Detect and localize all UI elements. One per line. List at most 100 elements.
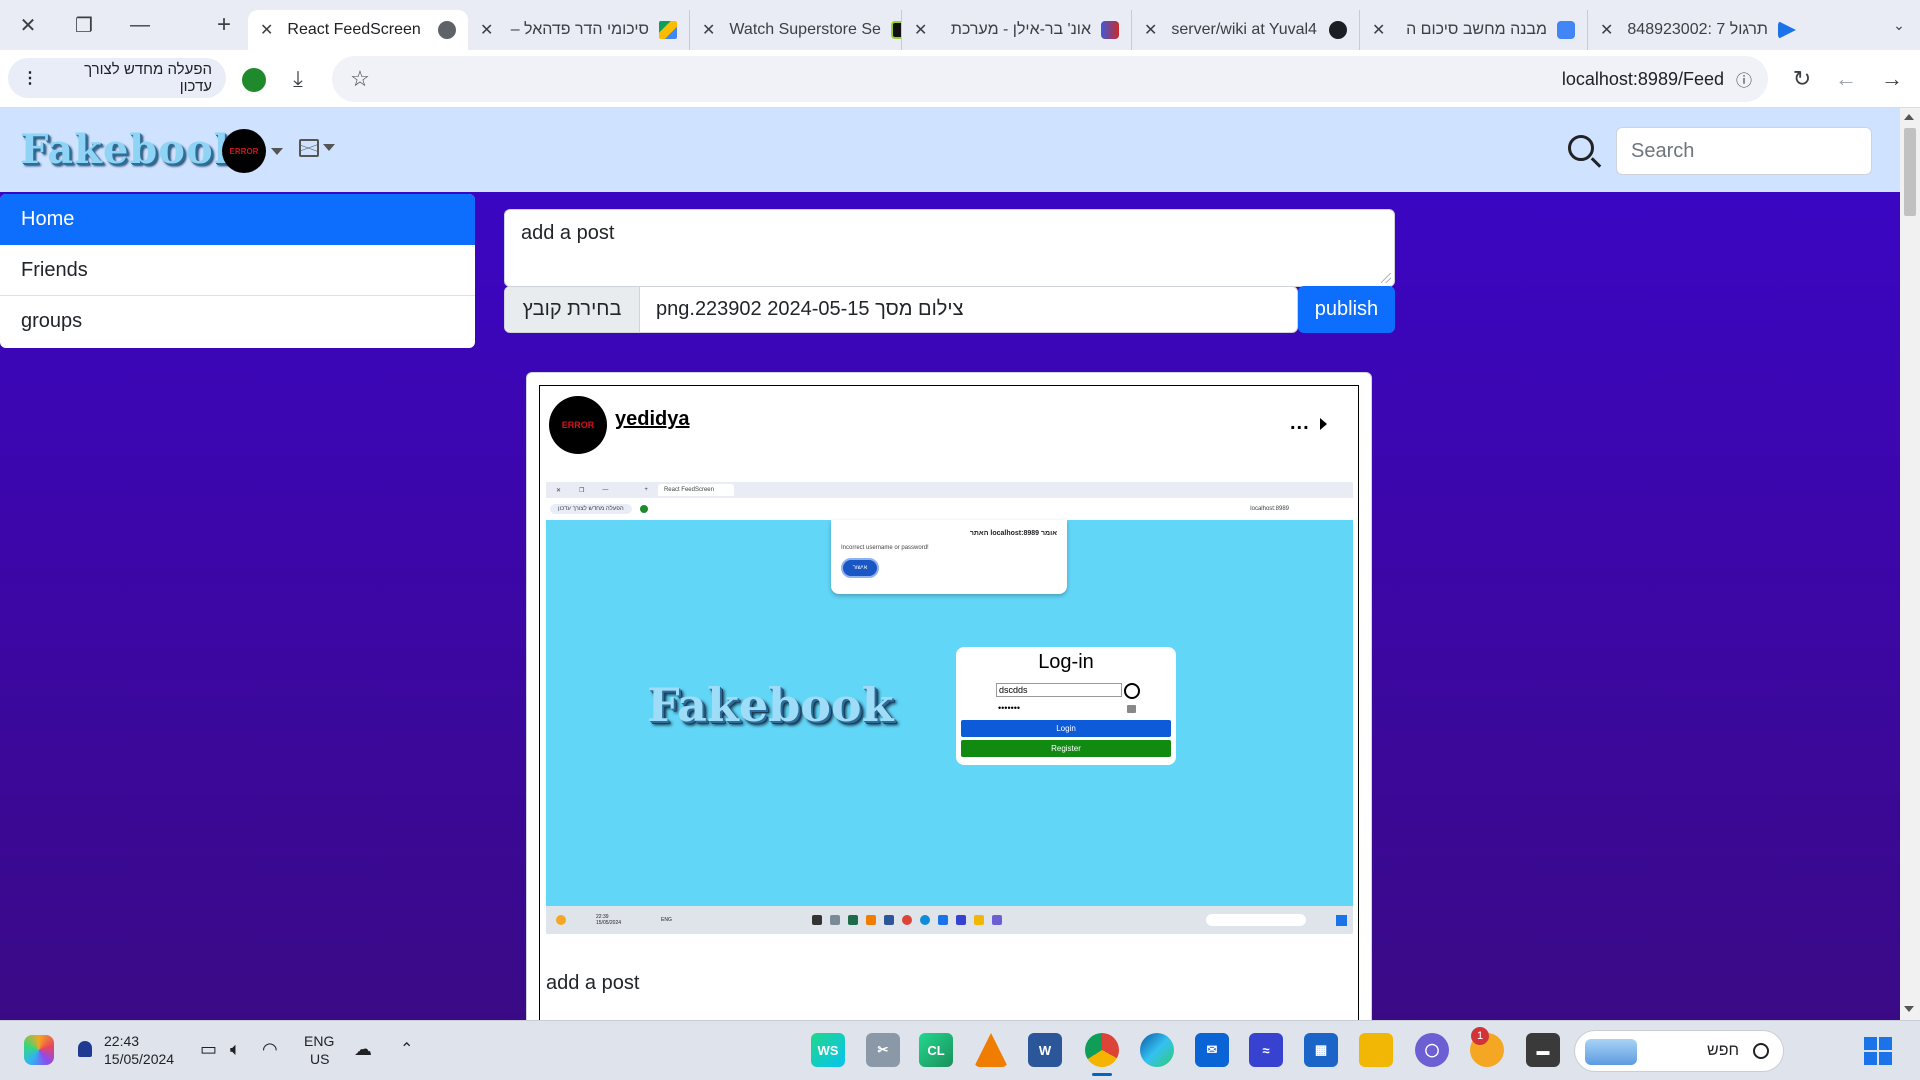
word-app-icon[interactable]: W bbox=[1028, 1033, 1062, 1067]
user-avatar[interactable]: ERROR bbox=[222, 129, 266, 173]
mini-weather-icon bbox=[556, 915, 566, 925]
mini-taskbar: 22:39 15/05/2024 ENG bbox=[546, 906, 1353, 934]
post-textarea[interactable]: add a post bbox=[504, 209, 1395, 287]
back-arrow-icon[interactable]: ← bbox=[1826, 59, 1866, 99]
tab-title: server/wiki at Yuval4 bbox=[1171, 21, 1317, 38]
mini-app-icon bbox=[991, 915, 1002, 925]
sidebar-nav: Home Friends groups bbox=[0, 194, 475, 348]
forward-arrow-icon[interactable]: → bbox=[1872, 59, 1912, 99]
edge-app-icon[interactable] bbox=[1140, 1033, 1174, 1067]
post-options-menu[interactable]: ... bbox=[1290, 412, 1328, 435]
search-icon-handle bbox=[1590, 157, 1602, 168]
close-tab-icon[interactable]: ✕ bbox=[1144, 20, 1157, 40]
download-icon[interactable]: ⤓ bbox=[278, 59, 318, 99]
avatar-dropdown-caret-icon[interactable] bbox=[271, 148, 283, 155]
search-input[interactable]: Search bbox=[1616, 127, 1872, 175]
url-text: localhost:8989/Feed bbox=[1561, 68, 1724, 89]
notification-bell-icon[interactable] bbox=[78, 1041, 92, 1057]
sidebar-item-groups[interactable]: groups bbox=[0, 296, 475, 347]
visual-studio-app-icon[interactable]: ≈ bbox=[1249, 1033, 1283, 1067]
page-scrollbar[interactable] bbox=[1900, 108, 1920, 1020]
terminal-app-icon[interactable]: ▬ bbox=[1526, 1033, 1560, 1067]
teams-chat-app-icon[interactable]: ◯ bbox=[1415, 1033, 1449, 1067]
clock-date[interactable]: 15/05/2024 bbox=[104, 1051, 174, 1068]
close-tab-icon[interactable]: ✕ bbox=[480, 20, 493, 40]
reload-icon[interactable]: ↻ bbox=[1782, 59, 1822, 99]
copilot-icon[interactable] bbox=[24, 1035, 54, 1065]
sidebar-item-home[interactable]: Home bbox=[0, 194, 475, 245]
search-placeholder: Search bbox=[1631, 139, 1695, 162]
bookmark-star-icon[interactable]: ☆ bbox=[340, 59, 380, 99]
vlc-app-icon[interactable] bbox=[974, 1033, 1008, 1067]
battery-icon[interactable]: ▭ bbox=[200, 1039, 217, 1060]
post-author-name[interactable]: yedidya bbox=[615, 408, 689, 431]
mini-date: 15/05/2024 bbox=[596, 920, 622, 926]
onedrive-cloud-icon[interactable]: ☁ bbox=[354, 1039, 372, 1060]
close-tab-icon[interactable]: ✕ bbox=[702, 20, 715, 40]
tab-title: תרגול 7 :848923002 bbox=[1627, 21, 1768, 38]
tab-docs[interactable]: ✕ מבנה מחשב סיכום ה bbox=[1360, 10, 1588, 50]
site-icon bbox=[1777, 21, 1796, 39]
close-tab-icon[interactable]: ✕ bbox=[260, 20, 273, 40]
snipping-tool-app-icon[interactable]: ✂ bbox=[866, 1033, 900, 1067]
tab-superstore[interactable]: ✕ Watch Superstore Se bbox=[690, 10, 902, 50]
post-author-avatar[interactable]: ERROR bbox=[549, 396, 607, 454]
publish-button[interactable]: publish bbox=[1298, 286, 1395, 333]
mini-windows-icon bbox=[1336, 914, 1347, 926]
post-text: add a post bbox=[546, 972, 640, 994]
scrollbar-thumb[interactable] bbox=[1904, 128, 1916, 216]
tab-moodle[interactable]: ✕ תרגול 7 :848923002 bbox=[1588, 10, 1798, 50]
post-textarea-text: add a post bbox=[521, 222, 615, 244]
tab-drive[interactable]: ✕ סיכומי הדר פדהאל – bbox=[468, 10, 690, 50]
sidebar-item-friends[interactable]: Friends bbox=[0, 245, 475, 296]
windows-start-icon[interactable] bbox=[1864, 1037, 1892, 1065]
file-explorer-app-icon[interactable] bbox=[1359, 1033, 1393, 1067]
clock-time[interactable]: 22:43 bbox=[104, 1033, 139, 1050]
clion-app-icon[interactable]: CL bbox=[919, 1033, 953, 1067]
mini-update-pill: הפעלה מחדש לצורך עדכון bbox=[550, 504, 632, 514]
taskbar-search-box[interactable]: חפש bbox=[1574, 1030, 1784, 1072]
language-indicator[interactable]: ENG bbox=[304, 1033, 334, 1050]
close-tab-icon[interactable]: ✕ bbox=[914, 20, 927, 40]
mail-icon[interactable] bbox=[299, 139, 319, 157]
minimize-window-icon[interactable]: — bbox=[112, 0, 168, 50]
site-info-icon[interactable]: ⓘ bbox=[1724, 59, 1764, 99]
mini-clock: 22:39 15/05/2024 bbox=[596, 914, 621, 926]
fakebook-logo[interactable]: Fakebook bbox=[20, 126, 242, 173]
tab-search-chevron-down-icon[interactable]: ⌄ bbox=[1878, 0, 1920, 50]
scroll-down-arrow-icon[interactable] bbox=[1904, 1006, 1914, 1012]
close-window-icon[interactable]: ✕ bbox=[0, 0, 56, 50]
mail-app-icon[interactable]: ✉ bbox=[1195, 1033, 1229, 1067]
webstorm-app-icon[interactable]: WS bbox=[811, 1033, 845, 1067]
volume-icon[interactable]: 🔈︎ bbox=[230, 1039, 241, 1060]
update-restart-pill[interactable]: ⋮ הפעלה מחדש לצורך עדכון bbox=[8, 58, 226, 98]
chrome-app-icon[interactable] bbox=[1085, 1033, 1119, 1067]
show-hidden-icons-chevron-up-icon[interactable]: ⌃ bbox=[400, 1039, 413, 1059]
mini-password-field: ••••••• bbox=[998, 703, 1021, 713]
close-tab-icon[interactable]: ✕ bbox=[1600, 20, 1613, 40]
caret-right-icon bbox=[1320, 417, 1328, 430]
tab-github[interactable]: ✕ server/wiki at Yuval4 bbox=[1132, 10, 1360, 50]
fakebook-feed-page: Fakebook ERROR Search Home Friends group… bbox=[0, 108, 1900, 1020]
mini-active-tab: React FeedScreen bbox=[657, 484, 734, 496]
file-input[interactable]: בחירת קובץ צילום מסך 2024-05-15 223902.p… bbox=[504, 286, 1298, 333]
windows-logo-pane bbox=[1879, 1037, 1892, 1050]
mail-dropdown-caret-icon[interactable] bbox=[323, 144, 335, 151]
scroll-up-arrow-icon[interactable] bbox=[1904, 114, 1914, 120]
language-region[interactable]: US bbox=[310, 1051, 329, 1068]
mini-app-icon bbox=[973, 915, 984, 925]
tab-title: סיכומי הדר פדהאל – bbox=[510, 21, 649, 38]
tab-react-feedscreen[interactable]: ✕ React FeedScreen bbox=[248, 10, 468, 50]
profile-icon[interactable] bbox=[242, 68, 266, 92]
close-tab-icon[interactable]: ✕ bbox=[1372, 20, 1385, 40]
search-icon[interactable] bbox=[1568, 135, 1594, 161]
tab-bar-ilan[interactable]: ✕ אונ' בר-אילן - מערכת bbox=[902, 10, 1132, 50]
choose-file-button[interactable]: בחירת קובץ bbox=[505, 287, 640, 332]
post-image: ✕ ❐ — + React FeedScreen הפעלה מחדש לצור… bbox=[546, 482, 1353, 934]
restore-window-icon[interactable]: ❐ bbox=[56, 0, 112, 50]
mini-app-icon bbox=[847, 915, 858, 925]
tab-title: אונ' בר-אילן - מערכת bbox=[950, 21, 1091, 38]
address-bar[interactable]: ☆ localhost:8989/Feed ⓘ bbox=[332, 56, 1768, 102]
store-app-icon[interactable]: ▦ bbox=[1304, 1033, 1338, 1067]
wifi-icon[interactable]: ◠ bbox=[262, 1039, 278, 1060]
